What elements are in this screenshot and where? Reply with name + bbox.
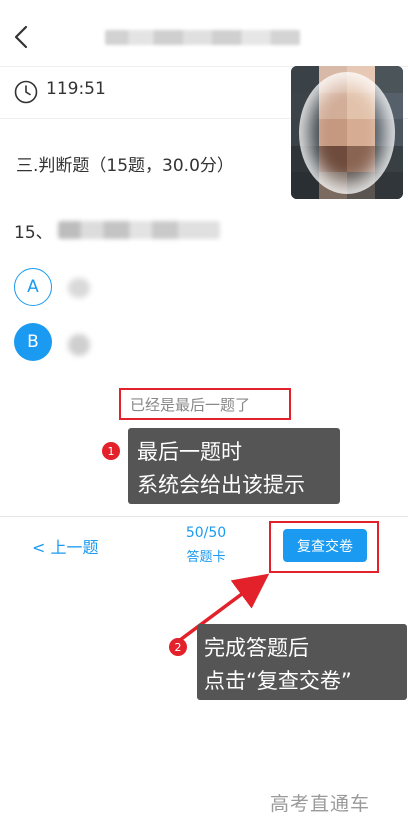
- timer-remaining: 119:51: [46, 79, 106, 99]
- question-number: 15、: [14, 223, 53, 243]
- annotation-1-line-1: 最后一题时: [137, 440, 242, 464]
- option-a[interactable]: A: [14, 268, 52, 306]
- previous-question-button[interactable]: < 上一题: [32, 534, 99, 558]
- blurred-question-text: [58, 221, 220, 239]
- candidate-photo: [291, 66, 403, 199]
- clock-icon: [14, 80, 38, 104]
- option-b-selected[interactable]: B: [14, 323, 52, 361]
- answer-progress: 50/50: [185, 525, 227, 541]
- annotation-badge-1: 1: [102, 442, 120, 460]
- annotation-1-line-2: 系统会给出该提示: [137, 473, 305, 497]
- blurred-option-b-text: [68, 334, 90, 356]
- annotation-2-line-2: 点击“复查交卷”: [204, 669, 352, 693]
- answer-card-button[interactable]: 答题卡: [180, 546, 232, 565]
- last-question-notice: 已经是最后一题了: [130, 396, 251, 414]
- review-submit-button[interactable]: 复查交卷: [283, 529, 367, 562]
- section-title: 三.判断题（15题，30.0分）: [16, 156, 234, 176]
- annotation-badge-2: 2: [169, 638, 187, 656]
- blurred-option-a-text: [68, 278, 90, 298]
- watermark: 高考直通车: [270, 793, 371, 815]
- blurred-exam-title: [105, 30, 300, 45]
- annotation-2-line-1: 完成答题后: [204, 636, 309, 660]
- chevron-left-icon[interactable]: [12, 24, 30, 50]
